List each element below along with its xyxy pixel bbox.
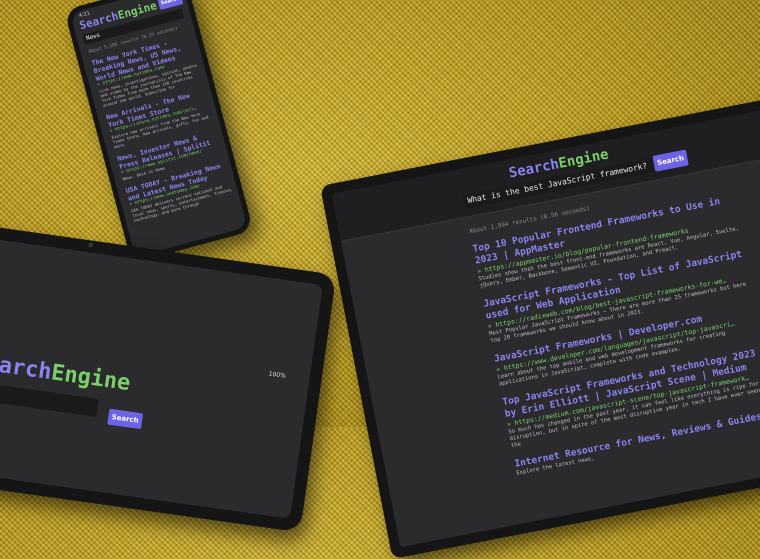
logo-engine-part: Engine bbox=[49, 360, 132, 397]
laptop-screen: SearchEngine What is the best JavaScript… bbox=[331, 106, 760, 548]
tablet-search-button[interactable]: Search bbox=[107, 408, 144, 430]
phone-results-list: The New York Times - Breaking News, US N… bbox=[91, 33, 237, 229]
tablet-screen: 100% SearchEngine Search bbox=[0, 235, 323, 519]
laptop-search-button[interactable]: Search bbox=[652, 149, 689, 172]
phone-screen: 4:21 SearchEngine Search News About 5,28… bbox=[70, 0, 248, 257]
tablet-battery-status: 100% bbox=[268, 370, 287, 380]
laptop-device: SearchEngine What is the best JavaScript… bbox=[320, 94, 760, 559]
phone-device: 4:21 SearchEngine Search News About 5,28… bbox=[64, 0, 254, 264]
laptop-results-list: Top 10 Popular Frontend Frameworks to Us… bbox=[472, 193, 760, 487]
logo-search-part: Search bbox=[0, 349, 54, 386]
tablet-device: 100% SearchEngine Search bbox=[0, 222, 337, 533]
camera-icon bbox=[87, 242, 94, 248]
